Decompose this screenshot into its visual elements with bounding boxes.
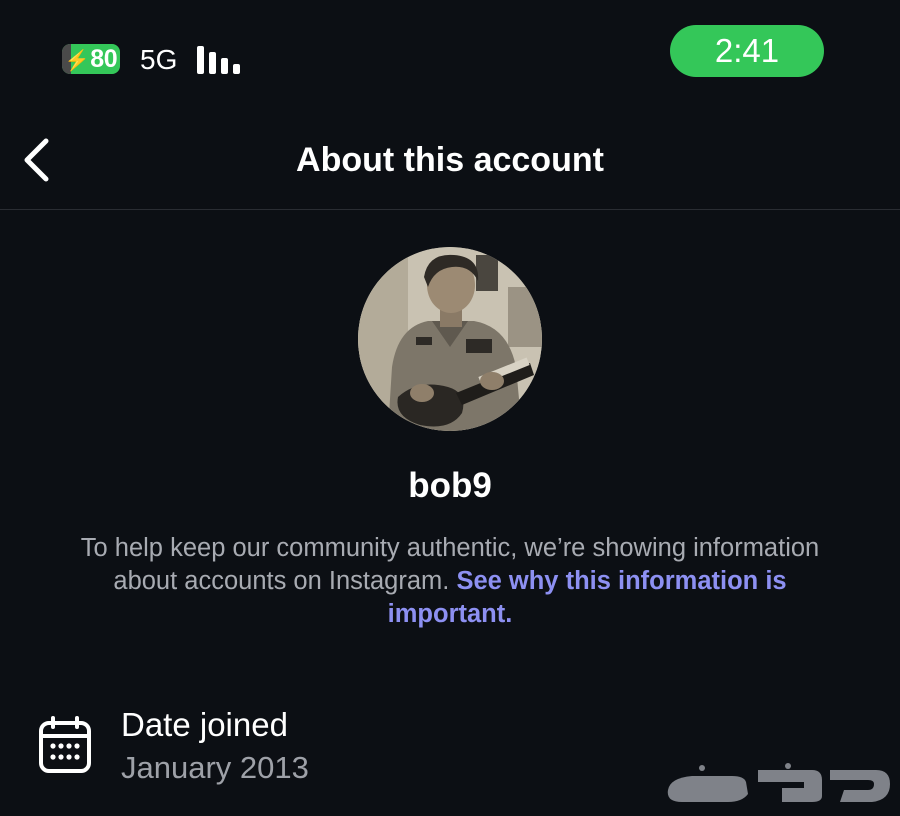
network-type: 5G [140, 44, 178, 75]
avatar [358, 247, 542, 431]
back-button[interactable] [14, 134, 58, 186]
watermark-logo [667, 763, 890, 802]
profile-photo [358, 247, 542, 431]
username: bob9 [408, 466, 492, 505]
date-joined-value: January 2013 [121, 750, 309, 785]
battery-indicator: ⚡80 [62, 44, 124, 74]
info-description: To help keep our community authentic, we… [60, 532, 840, 631]
calendar-icon [39, 716, 91, 773]
battery-body: ⚡80 [62, 44, 120, 74]
battery-level: ⚡80 [64, 44, 118, 73]
screen: ⚡80 5G 2:41 About this account bob9 To h… [0, 0, 900, 816]
charging-bolt-icon: ⚡ [64, 49, 90, 72]
page-title: About this account [296, 141, 604, 179]
header: About this account [0, 110, 900, 210]
status-bar: ⚡80 5G 2:41 [0, 0, 900, 110]
status-time[interactable]: 2:41 [670, 25, 824, 77]
signal-strength-icon [197, 46, 245, 74]
chevron-left-icon [24, 138, 49, 182]
date-joined-label: Date joined [121, 706, 288, 743]
